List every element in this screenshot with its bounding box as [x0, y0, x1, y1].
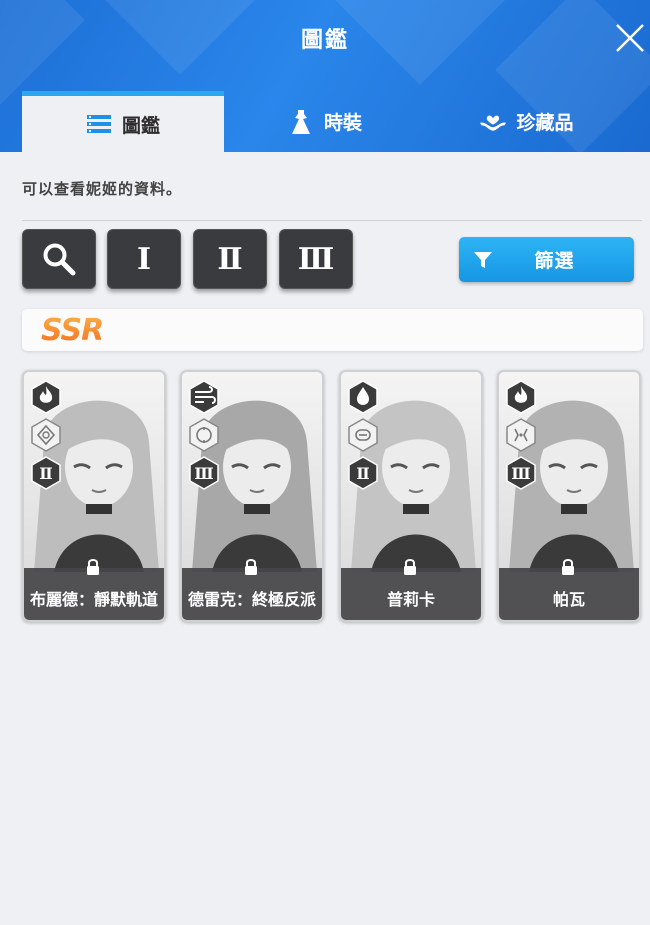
lock-icon [245, 559, 257, 575]
page-title: 圖鑑 [300, 28, 349, 53]
burst-level: Ⅲ [511, 464, 530, 483]
burst-2-filter-button[interactable]: Ⅱ [193, 229, 267, 289]
lock-icon [87, 559, 99, 575]
divider [22, 220, 642, 221]
crosshair-icon [31, 418, 61, 452]
filter-label: 篩選 [534, 250, 575, 272]
water-icon [348, 380, 378, 414]
character-card[interactable]: 布麗德：靜默軌道 Ⅱ [22, 370, 166, 622]
burst-badge: Ⅲ [506, 456, 536, 490]
burst-level: Ⅲ [194, 464, 213, 483]
burst-level: Ⅱ [356, 464, 369, 483]
rarity-label: SSR [41, 313, 104, 348]
sniper-icon [506, 418, 536, 452]
burst-3-filter-button[interactable]: Ⅲ [279, 229, 353, 289]
fire-icon [31, 380, 61, 414]
tab-collection[interactable]: 珍藏品 [426, 91, 628, 152]
tab-bar: 圖鑑 時裝 珍藏品 [22, 91, 650, 152]
burst-badge: Ⅱ [348, 456, 378, 490]
heart-hand-icon [480, 111, 507, 133]
burst-1-filter-button[interactable]: Ⅰ [107, 229, 181, 289]
tab-costume[interactable]: 時裝 [224, 91, 426, 152]
wind-icon [189, 380, 219, 414]
dress-icon [288, 109, 314, 134]
lock-icon [562, 559, 574, 575]
search-button[interactable] [22, 229, 96, 289]
list-icon [86, 113, 112, 135]
character-card[interactable]: 普莉卡 Ⅱ [339, 370, 483, 622]
burst-level: Ⅱ [39, 464, 52, 483]
scope-icon [189, 418, 219, 452]
burst-badge: Ⅲ [189, 456, 219, 490]
tab-label: 圖鑑 [121, 114, 160, 137]
character-name: 布麗德：靜默軌道 [29, 590, 158, 609]
rarity-section-header: SSR [22, 309, 643, 351]
burst-3-label: Ⅲ [297, 241, 335, 277]
filter-button[interactable]: 篩選 [459, 237, 634, 282]
tab-codex[interactable]: 圖鑑 [22, 91, 224, 152]
character-card[interactable]: 德雷克：終極反派 Ⅲ [180, 370, 324, 622]
close-icon [616, 24, 644, 52]
character-name: 德雷克：終極反派 [187, 590, 316, 609]
fire-icon [506, 380, 536, 414]
burst-badge: Ⅱ [31, 456, 61, 490]
description-text: 可以查看妮姬的資料。 [22, 180, 183, 198]
tab-label: 珍藏品 [516, 112, 574, 134]
burst-2-label: Ⅱ [217, 241, 243, 277]
character-card[interactable]: 帕瓦 Ⅲ [497, 370, 641, 622]
lock-icon [404, 559, 416, 575]
character-name: 帕瓦 [552, 590, 585, 609]
funnel-icon [474, 251, 492, 268]
search-icon [43, 243, 76, 276]
tab-label: 時裝 [323, 112, 362, 134]
burst-1-label: Ⅰ [136, 241, 152, 277]
character-name: 普莉卡 [386, 590, 435, 609]
close-button[interactable] [614, 22, 646, 54]
minigun-icon [348, 418, 378, 452]
